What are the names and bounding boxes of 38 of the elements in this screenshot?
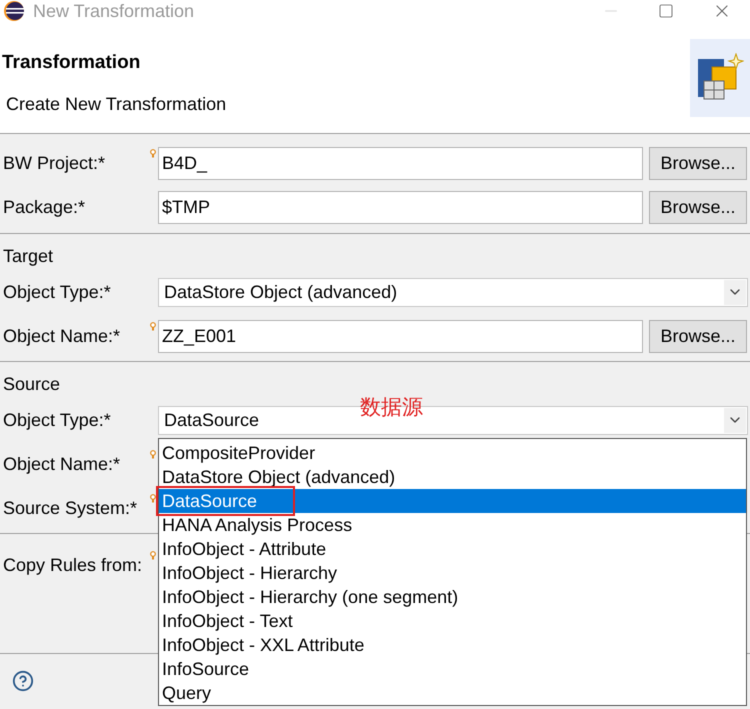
lightbulb-icon: [150, 148, 156, 158]
dropdown-field[interactable]: DataStore Object (advanced): [158, 278, 748, 306]
dropdown-option[interactable]: DataStore Object (advanced): [159, 465, 746, 489]
field-label: Object Name:*: [2, 324, 122, 348]
help-icon[interactable]: [12, 670, 34, 692]
field-label: Package:*: [2, 196, 86, 219]
field-label: Object Type:*: [2, 280, 112, 304]
window-title: New Transformation: [33, 0, 194, 22]
dropdown-option[interactable]: InfoObject - XXL Attribute: [159, 633, 746, 657]
dropdown-option[interactable]: InfoObject - Hierarchy (one segment): [159, 585, 746, 609]
section-heading: Source: [2, 372, 60, 396]
dropdown-option[interactable]: Query: [159, 681, 746, 705]
browse-button[interactable]: Browse...: [649, 190, 747, 224]
dropdown-option[interactable]: InfoObject - Hierarchy: [159, 561, 746, 585]
text-field[interactable]: ZZ_E001: [158, 320, 643, 352]
field-label: Copy Rules from:: [2, 554, 144, 577]
text-field[interactable]: $TMP: [158, 190, 643, 224]
section-heading: Target: [2, 244, 54, 268]
text-field[interactable]: B4D_: [158, 146, 643, 180]
lightbulb-icon: [150, 550, 156, 560]
maximize-icon[interactable]: [658, 3, 674, 19]
lightbulb-icon: [150, 450, 156, 458]
page-title: Transformation: [1, 51, 142, 75]
field-label: Source System:*: [2, 496, 138, 520]
dropdown-option[interactable]: InfoSource: [159, 657, 746, 681]
dropdown-option[interactable]: InfoObject - Text: [159, 609, 746, 633]
lightbulb-icon: [150, 494, 156, 502]
field-label: Object Name:*: [2, 452, 122, 476]
dropdown-option[interactable]: InfoObject - Attribute: [159, 537, 746, 561]
dropdown-option[interactable]: HANA Analysis Process: [159, 513, 746, 537]
lightbulb-icon: [150, 322, 156, 330]
page-subtitle: Create New Transformation: [5, 92, 226, 116]
dropdown-option[interactable]: CompositeProvider: [159, 441, 746, 465]
field-label: Object Type:*: [2, 408, 112, 432]
dropdown-option[interactable]: DataSource: [159, 489, 746, 513]
field-label: BW Project:*: [2, 152, 106, 175]
browse-button[interactable]: Browse...: [649, 320, 747, 352]
browse-button[interactable]: Browse...: [649, 146, 747, 180]
